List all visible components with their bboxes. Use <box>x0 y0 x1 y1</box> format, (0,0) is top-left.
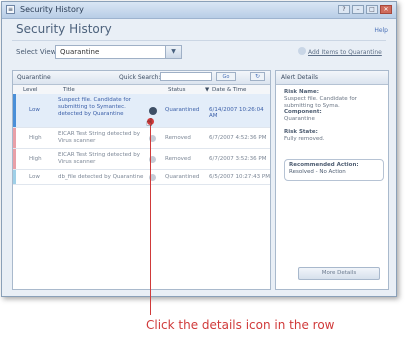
content-area: Security History Help Select View: Quara… <box>2 18 396 296</box>
title-bar: ≡ Security History ? – □ ✕ <box>2 2 396 19</box>
sort-desc-icon[interactable]: ▼ <box>205 87 209 93</box>
add-items-icon[interactable] <box>298 47 306 55</box>
quick-search-input[interactable] <box>160 72 212 81</box>
view-select[interactable]: Quarantine ▼ <box>55 45 182 59</box>
list-panel-label: Quarantine <box>17 74 51 81</box>
row-level: Low <box>29 174 40 180</box>
row-status: Quarantined <box>165 174 200 180</box>
row-title: db_file detected by Quarantine <box>58 174 144 180</box>
quick-search-label: Quick Search: <box>119 74 161 81</box>
risk-name-field: Risk Name: Suspect file. Candidate for s… <box>284 89 388 110</box>
refresh-icon[interactable]: ↻ <box>250 72 265 81</box>
component-label: Component: <box>284 109 322 115</box>
view-select-value: Quarantine <box>60 48 100 56</box>
list-panel-header: Quarantine Quick Search: Go ↻ <box>13 71 270 85</box>
search-go-button[interactable]: Go <box>216 72 236 81</box>
quarantine-list-panel: Quarantine Quick Search: Go ↻ Level Titl… <box>12 70 271 290</box>
recommended-action-label: Recommended Action: <box>289 162 359 168</box>
risk-state-field: Risk State: Fully removed. <box>284 129 388 143</box>
alert-details-panel: Alert Details Risk Name: Suspect file. C… <box>275 70 389 290</box>
row-title: EICAR Test String detected by Virus scan… <box>58 131 140 144</box>
select-view-label: Select View: <box>16 48 59 56</box>
minimize-icon[interactable]: – <box>352 5 364 14</box>
row-status: Quarantined <box>165 107 200 113</box>
table-row[interactable]: High EICAR Test String detected by Virus… <box>13 149 270 170</box>
window-controls: ? – □ ✕ <box>338 5 392 14</box>
more-details-button[interactable]: More Details <box>298 267 380 280</box>
component-field: Component: Quarantine <box>284 109 388 123</box>
alert-details-header: Alert Details <box>276 71 388 85</box>
row-datetime: 6/5/2007 10:27:43 PM <box>209 174 270 180</box>
hand-cursor-icon: ☝ <box>146 116 153 129</box>
row-level: High <box>29 156 42 162</box>
window-title: Security History <box>20 5 84 14</box>
app-menu-icon[interactable]: ≡ <box>6 5 15 14</box>
instruction-caption: Click the details icon in the row <box>146 318 335 332</box>
level-indicator <box>13 128 16 148</box>
row-datetime: 6/14/2007 10:26:04 AM <box>209 107 264 119</box>
recommended-action-box: Recommended Action: Resolved - No Action <box>284 159 384 181</box>
chevron-down-icon[interactable]: ▼ <box>165 46 181 58</box>
row-title: EICAR Test String detected by Virus scan… <box>58 152 140 165</box>
divider <box>12 40 386 41</box>
column-header-datetime[interactable]: Date & Time <box>212 87 246 93</box>
callout-line <box>150 121 151 315</box>
row-status: Removed <box>165 156 191 162</box>
level-indicator <box>13 170 16 184</box>
risk-name-value: Suspect file. Candidate for submitting t… <box>284 96 357 109</box>
row-title: Suspect file. Candidate for submitting t… <box>58 97 131 117</box>
row-datetime: 6/7/2007 3:52:36 PM <box>209 156 267 162</box>
close-icon[interactable]: ✕ <box>380 5 392 14</box>
add-items-link[interactable]: Add Items to Quarantine <box>308 49 382 56</box>
risk-state-label: Risk State: <box>284 129 318 135</box>
row-level: Low <box>29 107 40 113</box>
help-link[interactable]: Help <box>374 27 388 34</box>
table-row[interactable]: Low Suspect file. Candidate for submitti… <box>13 94 270 128</box>
risk-state-value: Fully removed. <box>284 136 325 142</box>
level-indicator <box>13 94 16 127</box>
column-header-title[interactable]: Title <box>63 87 75 93</box>
row-datetime: 6/7/2007 4:52:36 PM <box>209 135 267 141</box>
risk-name-label: Risk Name: <box>284 89 319 95</box>
component-value: Quarantine <box>284 116 315 122</box>
page-title: Security History <box>16 22 112 36</box>
column-header-level[interactable]: Level <box>23 87 38 93</box>
row-level: High <box>29 135 42 141</box>
details-icon[interactable] <box>149 107 157 115</box>
help-window-icon[interactable]: ? <box>338 5 350 14</box>
column-header-status[interactable]: Status <box>168 87 186 93</box>
maximize-icon[interactable]: □ <box>366 5 378 14</box>
table-row[interactable]: High EICAR Test String detected by Virus… <box>13 128 270 149</box>
row-status: Removed <box>165 135 191 141</box>
app-window: ≡ Security History ? – □ ✕ Security Hist… <box>1 1 397 297</box>
level-indicator <box>13 149 16 169</box>
table-row[interactable]: Low db_file detected by Quarantine Quara… <box>13 170 270 185</box>
recommended-action-value: Resolved - No Action <box>289 169 346 175</box>
